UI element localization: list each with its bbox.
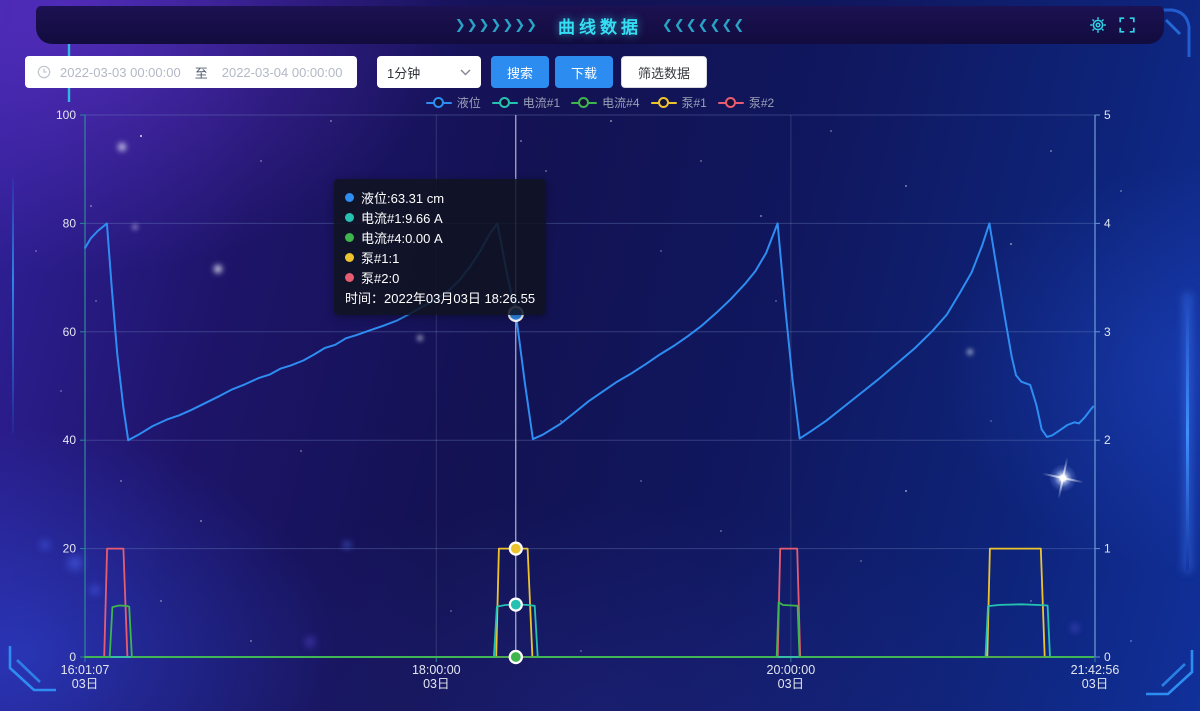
- tooltip-series-dot: [345, 253, 354, 262]
- legend-marker: [718, 102, 744, 104]
- legend-marker: [571, 102, 597, 104]
- tooltip-time: 时间：2022年03月03日 18:26.55: [345, 287, 535, 307]
- svg-text:0: 0: [69, 650, 76, 664]
- svg-text:03日: 03日: [423, 677, 449, 691]
- legend-marker: [651, 102, 677, 104]
- series-电流#1: [85, 604, 1093, 657]
- legend-label: 泵#2: [749, 94, 774, 111]
- tooltip-series-value: 液位:63.31 cm: [361, 188, 444, 207]
- pointer-dot-电流#4: [510, 651, 522, 663]
- series-泵#1: [85, 549, 1093, 657]
- tooltip-series-value: 电流#4:0.00 A: [361, 228, 443, 247]
- svg-text:03日: 03日: [1082, 677, 1108, 691]
- tooltip-row: 泵#1:1: [345, 247, 535, 267]
- svg-text:4: 4: [1104, 216, 1111, 230]
- legend-label: 泵#1: [682, 94, 707, 111]
- tooltip-series-dot: [345, 213, 354, 222]
- tooltip-row: 电流#4:0.00 A: [345, 227, 535, 247]
- series-电流#4: [85, 602, 1093, 657]
- tooltip-row: 电流#1:9.66 A: [345, 207, 535, 227]
- legend-label: 液位: [457, 94, 481, 111]
- legend-marker: [426, 102, 452, 104]
- tooltip-series-value: 泵#1:1: [361, 248, 399, 267]
- pointer-dot-泵#1: [510, 543, 522, 555]
- legend-item-pump1[interactable]: 泵#1: [651, 94, 707, 111]
- tooltip-series-dot: [345, 273, 354, 282]
- pointer-dot-电流#1: [510, 599, 522, 611]
- legend-item-level[interactable]: 液位: [426, 94, 481, 111]
- svg-text:3: 3: [1104, 325, 1111, 339]
- chart-tooltip: 液位:63.31 cm电流#1:9.66 A电流#4:0.00 A泵#1:1泵#…: [334, 179, 546, 315]
- svg-text:60: 60: [63, 325, 77, 339]
- tooltip-series-value: 电流#1:9.66 A: [361, 208, 443, 227]
- legend-marker-dot: [433, 97, 444, 108]
- chart-legend: 液位 电流#1 电流#4 泵#1 泵#2: [0, 94, 1200, 111]
- chart-axes: 02040608010001234516:01:0703日18:00:0003日…: [56, 108, 1119, 691]
- chart-grid: [85, 115, 1095, 657]
- svg-text:20:00:00: 20:00:00: [767, 663, 816, 677]
- legend-label: 电流#4: [602, 94, 639, 111]
- svg-text:1: 1: [1104, 542, 1111, 556]
- series-泵#2: [85, 549, 1093, 657]
- svg-text:03日: 03日: [778, 677, 804, 691]
- svg-text:03日: 03日: [72, 677, 98, 691]
- legend-item-current1[interactable]: 电流#1: [492, 94, 560, 111]
- svg-text:80: 80: [63, 216, 77, 230]
- legend-marker: [492, 102, 518, 104]
- svg-text:40: 40: [63, 433, 77, 447]
- svg-text:20: 20: [63, 542, 77, 556]
- tooltip-series-value: 泵#2:0: [361, 268, 399, 287]
- svg-text:2: 2: [1104, 433, 1111, 447]
- tooltip-row: 泵#2:0: [345, 267, 535, 287]
- tooltip-series-dot: [345, 233, 354, 242]
- legend-marker-dot: [499, 97, 510, 108]
- legend-item-pump2[interactable]: 泵#2: [718, 94, 774, 111]
- legend-marker-dot: [658, 97, 669, 108]
- tooltip-series-dot: [345, 193, 354, 202]
- svg-text:0: 0: [1104, 650, 1111, 664]
- svg-text:16:01:07: 16:01:07: [61, 663, 110, 677]
- legend-marker-dot: [725, 97, 736, 108]
- svg-text:21:42:56: 21:42:56: [1071, 663, 1120, 677]
- legend-marker-dot: [578, 97, 589, 108]
- tooltip-row: 液位:63.31 cm: [345, 187, 535, 207]
- legend-label: 电流#1: [523, 94, 560, 111]
- legend-item-current4[interactable]: 电流#4: [571, 94, 639, 111]
- dashboard: ❯❯❯❯❯❯❯ 曲线数据 ❮❮❮❮❮❮❮: [0, 0, 1200, 711]
- svg-text:18:00:00: 18:00:00: [412, 663, 461, 677]
